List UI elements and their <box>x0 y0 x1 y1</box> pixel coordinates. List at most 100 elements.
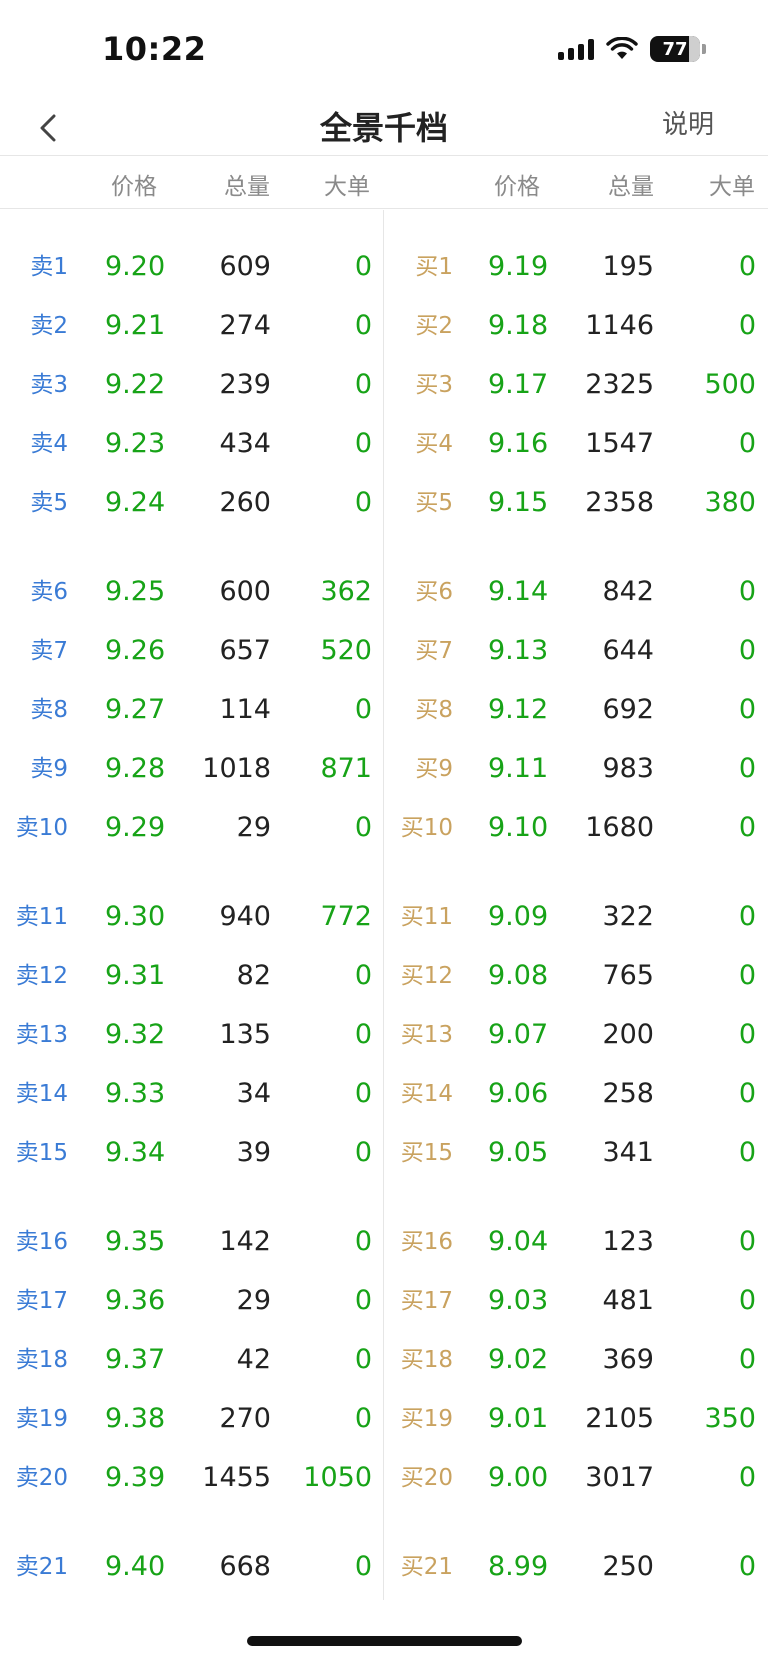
sell-big: 0 <box>354 812 372 843</box>
buy-big: 0 <box>738 1226 756 1257</box>
order-row: 卖16 9.35 142 0 买16 9.04 123 0 <box>0 1214 768 1270</box>
sell-label: 卖12 <box>15 963 68 989</box>
buy-label: 买8 <box>415 697 453 723</box>
sell-total: 600 <box>219 576 271 607</box>
buy-price: 9.02 <box>488 1344 549 1375</box>
buy-total: 322 <box>602 901 654 932</box>
sell-label: 卖6 <box>30 579 68 605</box>
buy-price: 9.06 <box>488 1078 549 1109</box>
sell-price: 9.38 <box>105 1403 166 1434</box>
sell-price: 9.24 <box>105 487 166 518</box>
sell-price: 9.23 <box>105 428 166 459</box>
order-row: 卖9 9.28 1018 871 买9 9.11 983 0 <box>0 741 768 797</box>
buy-total: 250 <box>602 1551 654 1582</box>
buy-label: 买12 <box>400 963 453 989</box>
buy-big: 0 <box>738 901 756 932</box>
sell-price: 9.34 <box>105 1137 166 1168</box>
buy-big: 0 <box>738 694 756 725</box>
sell-total: 260 <box>219 487 271 518</box>
battery-level: 77 <box>662 38 688 60</box>
order-row: 卖12 9.31 82 0 买12 9.08 765 0 <box>0 948 768 1004</box>
order-row: 卖18 9.37 42 0 买18 9.02 369 0 <box>0 1332 768 1388</box>
sell-big: 0 <box>354 310 372 341</box>
sell-big: 0 <box>354 369 372 400</box>
buy-big: 0 <box>738 1551 756 1582</box>
sell-price: 9.40 <box>105 1551 166 1582</box>
buy-price: 9.03 <box>488 1285 549 1316</box>
battery-icon: 77 <box>650 36 706 62</box>
sell-total: 668 <box>219 1551 271 1582</box>
sell-label: 卖16 <box>15 1229 68 1255</box>
buy-label: 买10 <box>400 815 453 841</box>
buy-label: 买2 <box>415 313 453 339</box>
buy-label: 买18 <box>400 1347 453 1373</box>
sell-label: 卖7 <box>30 638 68 664</box>
sell-total: 609 <box>219 251 271 282</box>
sell-label: 卖8 <box>30 697 68 723</box>
buy-big: 0 <box>738 428 756 459</box>
buy-price: 9.12 <box>488 694 549 725</box>
buy-total: 369 <box>602 1344 654 1375</box>
sell-total: 34 <box>236 1078 271 1109</box>
sell-big: 520 <box>320 635 372 666</box>
sell-big: 0 <box>354 1403 372 1434</box>
order-row: 卖3 9.22 239 0 买3 9.17 2325 500 <box>0 357 768 413</box>
sell-total: 1455 <box>202 1462 271 1493</box>
order-row: 卖19 9.38 270 0 买19 9.01 2105 350 <box>0 1391 768 1447</box>
buy-total: 1547 <box>585 428 654 459</box>
cellular-signal-icon <box>558 38 594 60</box>
buy-total: 2325 <box>585 369 654 400</box>
sell-label: 卖14 <box>15 1081 68 1107</box>
buy-total: 195 <box>602 251 654 282</box>
buy-label: 买15 <box>400 1140 453 1166</box>
buy-label: 买19 <box>400 1406 453 1432</box>
order-row: 卖15 9.34 39 0 买15 9.05 341 0 <box>0 1125 768 1181</box>
order-row: 卖2 9.21 274 0 买2 9.18 1146 0 <box>0 298 768 354</box>
buy-price: 9.01 <box>488 1403 549 1434</box>
sell-big: 772 <box>320 901 372 932</box>
buy-label: 买17 <box>400 1288 453 1314</box>
sell-total: 239 <box>219 369 271 400</box>
sell-big: 1050 <box>303 1462 372 1493</box>
sell-price: 9.35 <box>105 1226 166 1257</box>
sell-price: 9.28 <box>105 753 166 784</box>
sell-label: 卖17 <box>15 1288 68 1314</box>
order-row: 卖6 9.25 600 362 买6 9.14 842 0 <box>0 564 768 620</box>
buy-big: 0 <box>738 1019 756 1050</box>
sell-total: 270 <box>219 1403 271 1434</box>
status-time: 10:22 <box>102 30 207 68</box>
help-button[interactable]: 说明 <box>662 100 714 150</box>
sell-label: 卖21 <box>15 1554 68 1580</box>
order-row: 卖14 9.33 34 0 买14 9.06 258 0 <box>0 1066 768 1122</box>
buy-label: 买7 <box>415 638 453 664</box>
order-row: 卖10 9.29 29 0 买10 9.10 1680 0 <box>0 800 768 856</box>
header-buy-big: 大单 <box>709 174 755 200</box>
buy-total: 1680 <box>585 812 654 843</box>
status-icons: 77 <box>558 36 706 62</box>
sell-total: 274 <box>219 310 271 341</box>
sell-label: 卖11 <box>15 904 68 930</box>
buy-label: 买13 <box>400 1022 453 1048</box>
sell-big: 0 <box>354 1226 372 1257</box>
buy-big: 0 <box>738 960 756 991</box>
sell-price: 9.26 <box>105 635 166 666</box>
order-row: 卖21 9.40 668 0 买21 8.99 250 0 <box>0 1539 768 1595</box>
header-sell-price: 价格 <box>111 174 157 200</box>
buy-total: 842 <box>602 576 654 607</box>
sell-price: 9.32 <box>105 1019 166 1050</box>
buy-label: 买11 <box>400 904 453 930</box>
buy-price: 9.18 <box>488 310 549 341</box>
buy-big: 380 <box>704 487 756 518</box>
order-row: 卖20 9.39 1455 1050 买20 9.00 3017 0 <box>0 1450 768 1506</box>
buy-total: 692 <box>602 694 654 725</box>
buy-big: 0 <box>738 576 756 607</box>
order-row: 卖1 9.20 609 0 买1 9.19 195 0 <box>0 239 768 295</box>
buy-big: 0 <box>738 1137 756 1168</box>
buy-total: 481 <box>602 1285 654 1316</box>
sell-big: 362 <box>320 576 372 607</box>
home-indicator[interactable] <box>247 1636 522 1646</box>
buy-big: 0 <box>738 1462 756 1493</box>
sell-total: 29 <box>236 1285 271 1316</box>
buy-total: 123 <box>602 1226 654 1257</box>
buy-label: 买14 <box>400 1081 453 1107</box>
